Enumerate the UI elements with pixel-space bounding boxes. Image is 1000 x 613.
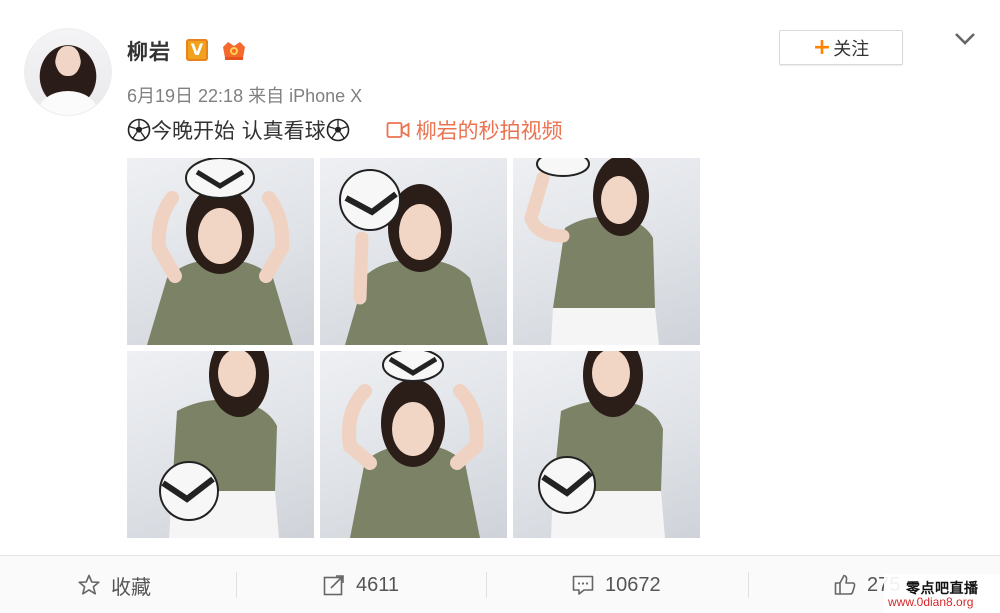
star-icon [78, 574, 100, 595]
post-source: 来自 iPhone X [248, 86, 363, 106]
watermark: 零点吧直播 www.0dian8.org [884, 574, 1000, 613]
video-link-label: 柳岩的秒拍视频 [415, 119, 563, 143]
watermark-url: www.0dian8.org [888, 595, 974, 609]
action-separator [748, 572, 749, 598]
video-icon [386, 122, 410, 138]
action-separator [486, 572, 487, 598]
photo-4-image [159, 351, 279, 538]
comment-count: 10672 [605, 573, 661, 596]
photo-3[interactable] [513, 158, 700, 345]
avatar[interactable] [24, 28, 112, 116]
avatar-shoulders [39, 91, 97, 115]
forward-button[interactable]: 4611 [322, 570, 399, 600]
photo-6-image [538, 351, 665, 538]
action-bar: 收藏 4611 10672 275 [0, 556, 1000, 613]
photo-1[interactable] [127, 158, 314, 345]
photo-4[interactable] [127, 351, 314, 538]
video-link[interactable]: 柳岩的秒拍视频 [386, 115, 563, 145]
photo-gallery [127, 158, 700, 538]
post-timestamp[interactable]: 6月19日 22:18 [127, 86, 243, 106]
verified-badge-icon[interactable]: V [186, 39, 208, 61]
favorite-label: 收藏 [111, 576, 151, 599]
follow-label: 关注 [833, 38, 870, 60]
follow-button[interactable]: + 关注 [779, 30, 903, 65]
thumbs-up-icon [834, 574, 856, 595]
photo-6[interactable] [513, 351, 700, 538]
post-text: 今晚开始 认真看球 柳岩的秒拍视频 [127, 115, 563, 145]
soccer-ball-icon [326, 118, 349, 142]
forward-count: 4611 [356, 573, 400, 596]
share-icon [323, 575, 344, 596]
username[interactable]: 柳岩 [127, 36, 171, 66]
chevron-down-icon[interactable] [953, 30, 977, 48]
action-separator [236, 572, 237, 598]
photo-1-image [147, 158, 293, 345]
post-text-body: 今晚开始 认真看球 [151, 119, 326, 143]
plus-icon: + [812, 34, 832, 60]
comment-icon [572, 575, 594, 595]
photo-2[interactable] [320, 158, 507, 345]
avatar-face [56, 46, 80, 76]
crown-badge-icon[interactable] [220, 38, 248, 62]
comment-button[interactable]: 10672 [571, 570, 661, 600]
photo-3-image [524, 158, 659, 345]
soccer-ball-icon [127, 118, 151, 142]
photo-5[interactable] [320, 351, 507, 538]
post-meta: 6月19日 22:18 来自 iPhone X [127, 82, 362, 108]
photo-2-image [339, 169, 488, 345]
photo-5-image [342, 351, 484, 538]
favorite-button[interactable]: 收藏 [77, 570, 151, 600]
